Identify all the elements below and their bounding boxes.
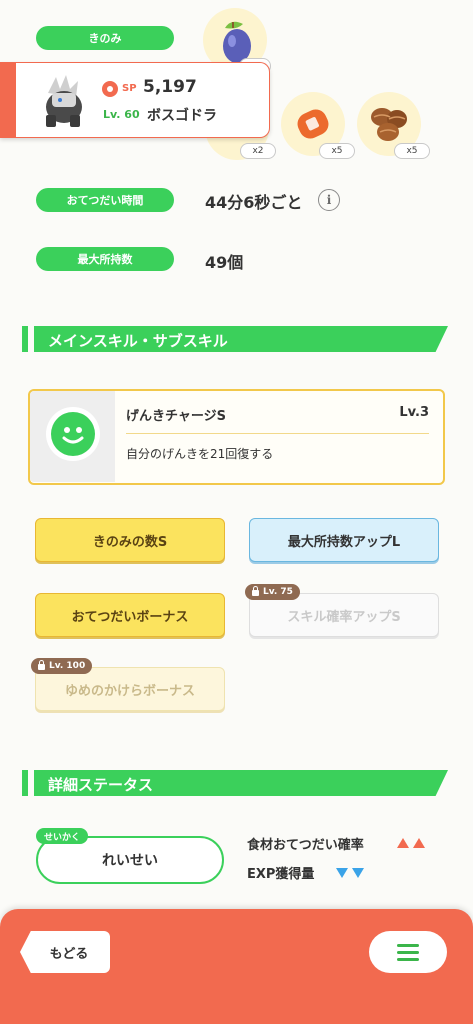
sausage-count: x5	[319, 143, 355, 159]
sub-skill-berry-count[interactable]: きのみの数S	[35, 518, 225, 562]
down-arrow-icon	[336, 868, 348, 878]
lock-icon	[38, 660, 45, 670]
nature-up-effect: 食材おてつだい確率	[247, 838, 364, 853]
down-arrow-icon	[352, 868, 364, 878]
potato-count: x5	[394, 143, 430, 159]
up-arrow-icon	[413, 838, 425, 848]
main-skill-description: 自分のげんきを21回復する	[126, 447, 274, 461]
menu-button[interactable]	[369, 931, 447, 973]
lock-badge: Lv. 100	[31, 658, 93, 674]
skills-section-header: メインスキル・サブスキル	[22, 326, 448, 352]
pokemon-card[interactable]: SP 5,197 Lv. 60 ボスゴドラ	[0, 62, 270, 138]
lock-icon	[252, 586, 259, 596]
up-arrow-icon	[397, 838, 409, 848]
sub-skill-inventory-up[interactable]: 最大所持数アップL	[249, 518, 439, 562]
nature-down-effect: EXP獲得量	[247, 867, 315, 882]
lock-badge: Lv. 75	[245, 584, 300, 600]
detail-section-title: 詳細ステータス	[48, 776, 154, 794]
help-time-value: 44分6秒ごと	[205, 193, 303, 212]
main-skill-level: Lv.3	[399, 405, 429, 420]
pokemon-sprite-icon	[34, 71, 92, 131]
ingredient-1-count: x2	[240, 143, 276, 159]
main-skill-card[interactable]: げんきチャージS Lv.3 自分のげんきを21回復する	[28, 389, 445, 485]
berry-label: きのみ	[36, 26, 174, 50]
sp-icon	[102, 81, 118, 97]
back-button[interactable]: もどる	[20, 931, 110, 973]
main-skill-name: げんきチャージS	[126, 409, 226, 424]
sub-skill-helping-bonus[interactable]: おてつだいボーナス	[35, 593, 225, 637]
smile-icon	[51, 412, 95, 456]
detail-section-header: 詳細ステータス	[22, 770, 448, 796]
pokemon-level: Lv. 60	[103, 108, 140, 121]
card-accent-strip	[0, 63, 16, 137]
nature-tag: せいかく	[36, 828, 89, 844]
sp-value: 5,197	[143, 77, 197, 97]
info-icon[interactable]: i	[318, 189, 340, 211]
max-carry-label: 最大所持数	[36, 247, 174, 271]
sp-label: SP	[122, 83, 137, 94]
help-time-label: おてつだい時間	[36, 188, 174, 212]
skills-section-title: メインスキル・サブスキル	[48, 332, 228, 350]
menu-icon	[397, 943, 419, 947]
divider	[126, 433, 429, 434]
pokemon-name: ボスゴドラ	[147, 108, 217, 124]
max-carry-value: 49個	[205, 253, 244, 272]
